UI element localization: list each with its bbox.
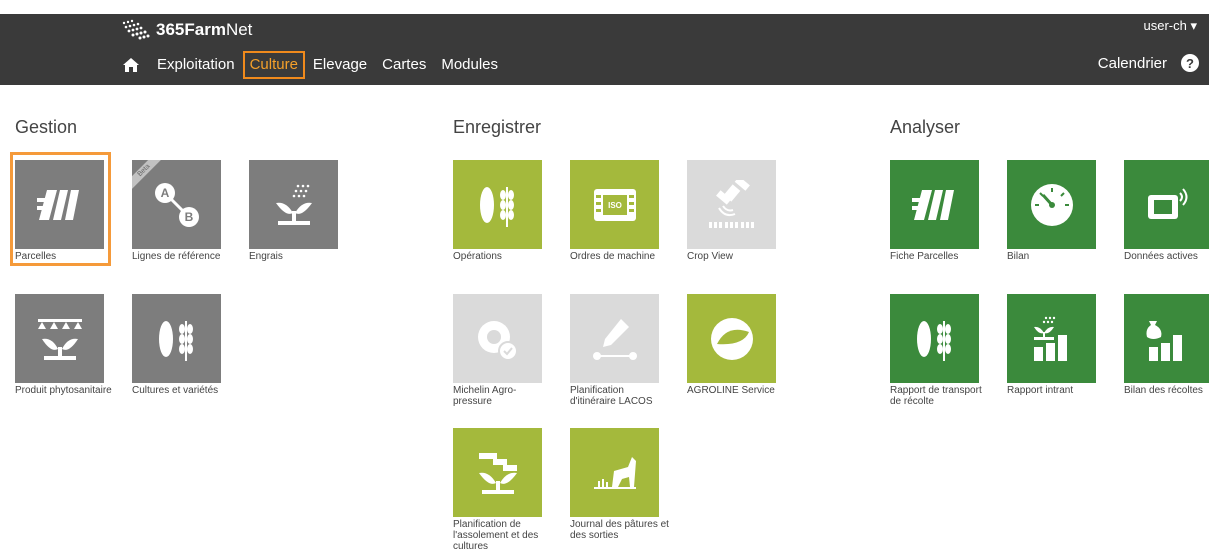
section-title-gestion: Gestion (15, 117, 78, 137)
farmnet-logo-icon (122, 19, 150, 40)
iso-machine-icon: ISO (570, 160, 659, 249)
section-title-enregistrer: Enregistrer (453, 117, 542, 137)
tile-crop-view[interactable]: Crop View (687, 160, 787, 262)
svg-text:B: B (184, 210, 193, 224)
logo-text-bold: 365Farm (156, 20, 226, 39)
tile-label: Rapport intrant (1007, 385, 1074, 396)
tile-label: Planification de l'assolement et des cul… (453, 519, 539, 552)
nav-right: Calendrier ? (1098, 54, 1199, 72)
gauge-icon (1007, 160, 1096, 249)
tile-rapport-intrant[interactable]: Rapport intrant (1007, 294, 1107, 396)
reference-lines-icon: Beta A B (132, 160, 221, 249)
satellite-icon (687, 160, 776, 249)
route-planning-icon (570, 294, 659, 383)
section-title-analyser: Analyser (890, 117, 961, 137)
tile-lignes-reference[interactable]: Beta A B Lignes de référence (132, 160, 232, 262)
tile-label: Bilan (1007, 251, 1030, 262)
main-nav: Exploitation Culture Elevage Cartes Modu… (120, 51, 506, 79)
tile-label: Planification d'itinéraire LACOS (570, 385, 653, 407)
tile-label: Lignes de référence (132, 251, 221, 262)
tile-agroline-service[interactable]: AGROLINE Service (687, 294, 787, 396)
nav-exploitation[interactable]: Exploitation (150, 51, 242, 79)
tile-label: Cultures et variétés (132, 385, 219, 396)
tile-label: Produit phytosanitaire (15, 385, 112, 396)
help-icon[interactable]: ? (1181, 54, 1199, 72)
tile-donnees-actives[interactable]: Données actives (1124, 160, 1209, 262)
logo-text-light: Net (225, 20, 253, 39)
tile-label: Bilan des récoltes (1124, 385, 1203, 396)
tile-label: Rapport de transport de récolte (890, 385, 982, 407)
field-sheet-icon (890, 160, 979, 249)
tile-label: Ordres de machine (570, 251, 656, 262)
tile-label: Michelin Agro-pressure (453, 385, 517, 407)
tile-ordres-machine[interactable]: ISO Ordres de machine (570, 160, 670, 262)
tile-michelin-agro-pressure[interactable]: Michelin Agro-pressure (453, 294, 553, 407)
tile-cultures-varietes[interactable]: Cultures et variétés (132, 294, 232, 396)
home-icon[interactable] (120, 54, 142, 76)
wheat-icon (132, 294, 221, 383)
tire-pressure-icon (453, 294, 542, 383)
crop-rotation-icon (453, 428, 542, 517)
tile-operations[interactable]: Opérations (453, 160, 553, 262)
nav-culture[interactable]: Culture (242, 51, 305, 79)
input-report-icon (1007, 294, 1096, 383)
logo-text: 365FarmNet (156, 20, 252, 40)
svg-text:A: A (160, 186, 169, 200)
operations-icon (453, 160, 542, 249)
nav-elevage[interactable]: Elevage (306, 51, 374, 79)
tile-label: Parcelles (15, 251, 57, 262)
tile-parcelles[interactable]: Parcelles (15, 160, 115, 262)
tile-label: AGROLINE Service (687, 385, 775, 396)
agroline-leaf-icon (687, 294, 776, 383)
tile-label: Engrais (249, 251, 283, 262)
app-logo[interactable]: 365FarmNet (120, 18, 252, 42)
tile-label: Opérations (453, 251, 502, 262)
user-menu[interactable]: user-ch ▾ (1144, 18, 1198, 34)
calendar-link[interactable]: Calendrier (1098, 55, 1167, 72)
nav-modules[interactable]: Modules (434, 51, 505, 79)
sprayer-icon (15, 294, 104, 383)
nav-cartes[interactable]: Cartes (375, 51, 433, 79)
tile-label: Fiche Parcelles (890, 251, 959, 262)
tile-engrais[interactable]: Engrais (249, 160, 349, 262)
harvest-transport-icon (890, 294, 979, 383)
tile-journal-patures[interactable]: Journal des pâtures et des sorties (570, 428, 670, 541)
tile-label: Journal des pâtures et des sorties (570, 519, 669, 541)
tile-fiche-parcelles[interactable]: Fiche Parcelles (890, 160, 990, 262)
tile-label: Données actives (1124, 251, 1198, 262)
cow-pasture-icon (570, 428, 659, 517)
parcelles-icon (15, 160, 104, 249)
harvest-balance-icon (1124, 294, 1209, 383)
svg-text:ISO: ISO (608, 201, 622, 210)
tile-planification-lacos[interactable]: Planification d'itinéraire LACOS (570, 294, 670, 407)
tile-label: Crop View (687, 251, 733, 262)
tile-bilan[interactable]: Bilan (1007, 160, 1107, 262)
active-data-icon (1124, 160, 1209, 249)
fertilizer-icon (249, 160, 338, 249)
top-navigation-bar: 365FarmNet user-ch ▾ Exploitation Cultur… (0, 14, 1209, 85)
tile-rapport-transport[interactable]: Rapport de transport de récolte (890, 294, 990, 407)
tile-planification-assolement[interactable]: Planification de l'assolement et des cul… (453, 428, 553, 552)
tile-produit-phytosanitaire[interactable]: Produit phytosanitaire (15, 294, 115, 396)
tile-bilan-recoltes[interactable]: Bilan des récoltes (1124, 294, 1209, 396)
